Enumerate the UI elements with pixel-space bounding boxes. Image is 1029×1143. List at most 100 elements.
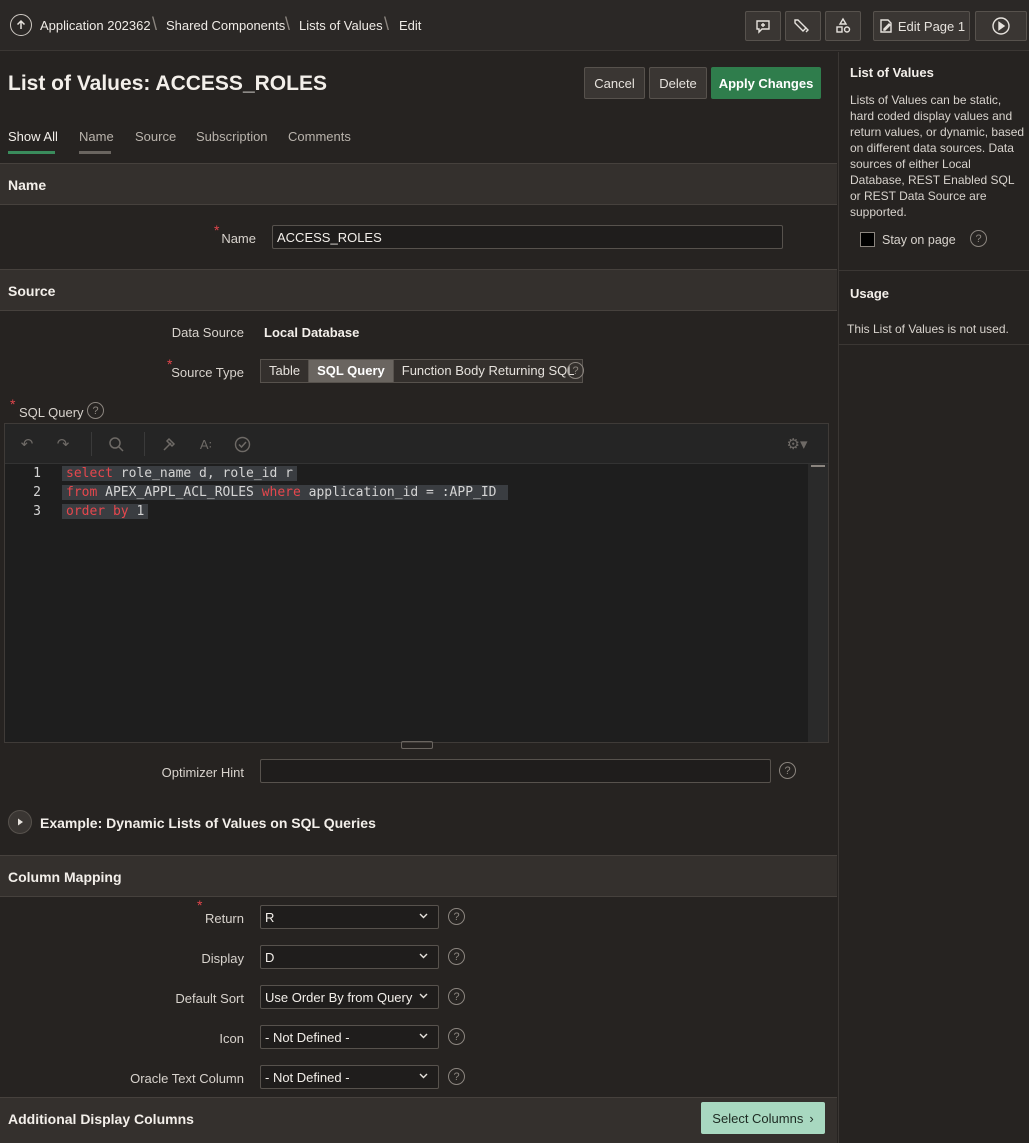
select-columns-button[interactable]: Select Columns › xyxy=(701,1102,825,1134)
edit-page-label: Edit Page 1 xyxy=(897,18,966,34)
sql-code-editor[interactable]: ↶ ↷ A꞉ ⚙▾ 1 select role_name d, role_id r… xyxy=(4,423,829,743)
search-icon[interactable] xyxy=(106,434,126,454)
section-title: Name xyxy=(8,177,47,193)
field-select[interactable]: - Not Defined - xyxy=(260,1025,439,1049)
tag-icon xyxy=(794,19,809,33)
delete-button[interactable]: Delete xyxy=(649,67,707,99)
redo-icon[interactable]: ↷ xyxy=(53,434,73,454)
side-usage-text: This List of Values is not used. xyxy=(847,322,1009,336)
editor-toolbar: ↶ ↷ A꞉ ⚙▾ xyxy=(5,424,828,464)
page-title: List of Values: ACCESS_ROLES xyxy=(8,72,327,95)
data-source-value: Local Database xyxy=(264,325,360,340)
tab-indicator xyxy=(79,151,111,154)
editor-resize-handle[interactable] xyxy=(401,741,433,749)
breadcrumb-separator: \ xyxy=(152,14,158,34)
help-icon[interactable]: ? xyxy=(448,1028,465,1045)
cancel-button[interactable]: Cancel xyxy=(584,67,645,99)
optimizer-hint-label: Optimizer Hint xyxy=(161,765,244,780)
tab-name[interactable]: Name xyxy=(79,129,114,144)
select-value: Use Order By from Query xyxy=(265,990,413,1005)
shared-components-button[interactable] xyxy=(825,11,861,41)
settings-gear-icon[interactable]: ⚙▾ xyxy=(780,434,814,454)
code-area[interactable]: 1 select role_name d, role_id r 2 from APEX… xyxy=(5,465,808,742)
chevron-down-icon xyxy=(418,1070,429,1084)
select-value: - Not Defined - xyxy=(265,1070,350,1085)
edit-page-button[interactable]: Edit Page 1 xyxy=(873,11,970,41)
select-value: - Not Defined - xyxy=(265,1030,350,1045)
source-type-sql-query[interactable]: SQL Query xyxy=(309,360,394,382)
source-section-header: Source xyxy=(0,269,837,311)
divider xyxy=(839,344,1029,345)
field-select[interactable]: D xyxy=(260,945,439,969)
help-icon[interactable]: ? xyxy=(448,948,465,965)
play-icon xyxy=(992,17,1010,35)
field-label: Icon xyxy=(219,1031,244,1046)
shapes-icon xyxy=(836,17,851,33)
comment-icon xyxy=(756,20,770,34)
example-heading[interactable]: Example: Dynamic Lists of Values on SQL … xyxy=(40,815,376,831)
section-title: Source xyxy=(8,283,56,299)
hammer-icon[interactable] xyxy=(159,434,179,454)
field-select[interactable]: R xyxy=(260,905,439,929)
sql-keyword: select xyxy=(66,466,113,481)
utilities-button[interactable] xyxy=(785,11,821,41)
code-line[interactable]: 3 order by 1 xyxy=(5,504,805,523)
tab-subscription[interactable]: Subscription xyxy=(196,129,268,144)
edit-page-icon xyxy=(880,19,892,33)
source-type-function-body[interactable]: Function Body Returning SQL xyxy=(394,360,583,382)
breadcrumb-edit: Edit xyxy=(399,18,422,33)
section-title: Column Mapping xyxy=(8,869,122,885)
tab-show-all[interactable]: Show All xyxy=(8,129,58,144)
help-icon[interactable]: ? xyxy=(779,762,796,779)
code-line[interactable]: 1 select role_name d, role_id r xyxy=(5,466,805,485)
chevron-down-icon xyxy=(418,910,429,924)
select-value: R xyxy=(265,910,275,925)
apply-changes-button[interactable]: Apply Changes xyxy=(711,67,821,99)
code-text[interactable]: from APEX_APPL_ACL_ROLES where applicati… xyxy=(62,485,509,500)
name-input[interactable]: ACCESS_ROLES xyxy=(272,225,783,249)
editor-scrollbar[interactable] xyxy=(808,464,828,742)
data-source-label: Data Source xyxy=(171,325,244,340)
code-text[interactable]: select role_name d, role_id r xyxy=(62,466,297,481)
comment-button[interactable] xyxy=(745,11,781,41)
field-select[interactable]: - Not Defined - xyxy=(260,1065,439,1089)
side-usage-heading: Usage xyxy=(850,286,890,301)
sql-text: role_name d, role_id r xyxy=(112,466,293,481)
undo-icon[interactable]: ↶ xyxy=(17,434,37,454)
help-icon[interactable]: ? xyxy=(970,230,987,247)
breadcrumb-lists-of-values[interactable]: Lists of Values xyxy=(299,18,383,33)
up-arrow-icon[interactable] xyxy=(10,14,32,36)
expand-example-button[interactable] xyxy=(8,810,32,834)
validate-icon[interactable] xyxy=(232,434,252,454)
select-value: D xyxy=(265,950,275,965)
breadcrumb-shared-components[interactable]: Shared Components xyxy=(166,18,285,33)
stay-on-page-checkbox[interactable] xyxy=(860,232,875,247)
autocomplete-icon[interactable]: A꞉ xyxy=(196,434,216,454)
field-label: Return xyxy=(204,911,244,926)
sql-text: APEX_APPL_ACL_ROLES xyxy=(97,485,262,500)
toolbar-divider xyxy=(144,432,145,456)
help-icon[interactable]: ? xyxy=(87,402,104,419)
line-number: 1 xyxy=(33,466,41,481)
tab-comments[interactable]: Comments xyxy=(288,129,351,144)
help-icon[interactable]: ? xyxy=(448,1068,465,1085)
breadcrumb-application[interactable]: Application 202362 xyxy=(40,18,151,33)
top-bar: Application 202362 \ Shared Components \… xyxy=(0,0,1029,51)
help-icon[interactable]: ? xyxy=(448,988,465,1005)
help-icon[interactable]: ? xyxy=(567,362,584,379)
side-lov-heading: List of Values xyxy=(850,65,934,80)
run-page-button[interactable] xyxy=(975,11,1027,41)
play-triangle-icon xyxy=(18,818,23,826)
help-icon[interactable]: ? xyxy=(448,908,465,925)
code-line[interactable]: 2 from APEX_APPL_ACL_ROLES where applicat… xyxy=(5,485,805,504)
source-type-table[interactable]: Table xyxy=(261,360,310,382)
sql-keyword: where xyxy=(261,485,301,500)
tab-source[interactable]: Source xyxy=(135,129,176,144)
field-select[interactable]: Use Order By from Query xyxy=(260,985,439,1009)
field-label: Display xyxy=(201,951,244,966)
source-type-segmented: Table SQL Query Function Body Returning … xyxy=(260,359,584,383)
divider xyxy=(839,270,1029,271)
optimizer-hint-input[interactable] xyxy=(260,759,771,783)
sql-text: application_id = :APP_ID xyxy=(300,485,505,500)
code-text[interactable]: order by 1 xyxy=(62,504,149,519)
